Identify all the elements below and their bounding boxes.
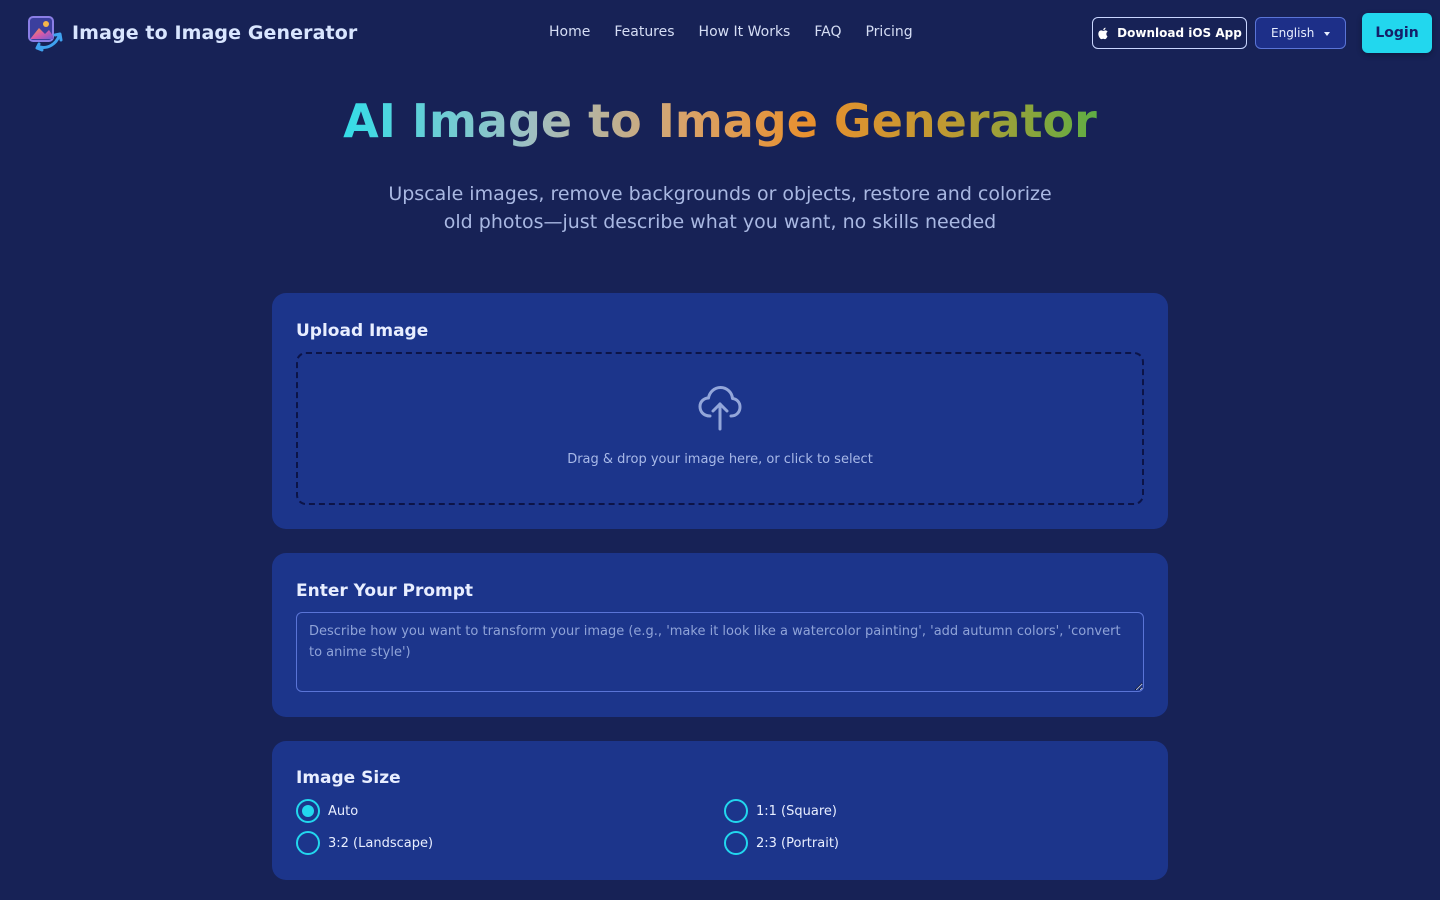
brand-name: Image to Image Generator <box>72 22 358 44</box>
radio-button[interactable] <box>296 831 320 855</box>
size-option-portrait[interactable]: 2:3 (Portrait) <box>724 831 839 855</box>
download-ios-app-label: Download iOS App <box>1117 26 1242 40</box>
main-nav: Home Features How It Works FAQ Pricing <box>549 22 913 42</box>
login-button[interactable]: Login <box>1362 13 1432 53</box>
image-swap-icon <box>28 16 63 52</box>
page: Image to Image Generator Home Features H… <box>0 0 1440 900</box>
language-select[interactable]: English <box>1255 17 1346 49</box>
prompt-title: Enter Your Prompt <box>296 581 474 601</box>
size-option-label: 1:1 (Square) <box>756 803 837 819</box>
nav-how-it-works[interactable]: How It Works <box>699 24 791 40</box>
nav-pricing[interactable]: Pricing <box>865 24 912 40</box>
size-option-label: 3:2 (Landscape) <box>328 835 434 851</box>
image-dropzone[interactable]: Drag & drop your image here, or click to… <box>296 352 1144 505</box>
size-option-square[interactable]: 1:1 (Square) <box>724 799 837 823</box>
brand-link[interactable]: Image to Image Generator <box>26 14 357 52</box>
download-ios-app-button[interactable]: Download iOS App <box>1092 17 1247 49</box>
radio-button[interactable] <box>724 799 748 823</box>
dropzone-instructions: Drag & drop your image here, or click to… <box>567 452 873 467</box>
prompt-textarea[interactable] <box>296 612 1144 692</box>
language-selected-value: English <box>1271 26 1315 40</box>
image-size-title: Image Size <box>296 768 401 788</box>
hero-title: AI Image to Image Generator <box>0 92 1440 150</box>
hero-title-text: AI Image to Image Generator <box>343 94 1097 148</box>
upload-image-title: Upload Image <box>296 321 429 341</box>
apple-icon <box>1098 27 1108 39</box>
size-option-label: Auto <box>328 803 359 819</box>
caret-down-icon <box>1324 32 1331 36</box>
radio-button[interactable] <box>724 831 748 855</box>
size-option-label: 2:3 (Portrait) <box>756 835 839 851</box>
size-option-landscape[interactable]: 3:2 (Landscape) <box>296 831 433 855</box>
prompt-card: Enter Your Prompt <box>272 553 1168 717</box>
nav-features[interactable]: Features <box>614 24 674 40</box>
radio-button-checked[interactable] <box>296 799 320 823</box>
nav-faq[interactable]: FAQ <box>814 24 841 40</box>
upload-image-card: Upload Image Drag & drop your image here… <box>272 293 1168 529</box>
nav-home[interactable]: Home <box>549 24 590 40</box>
top-header: Image to Image Generator Home Features H… <box>0 0 1440 64</box>
image-size-card: Image Size Auto 1:1 (Square) 3:2 (Landsc… <box>272 741 1168 880</box>
size-option-auto[interactable]: Auto <box>296 799 358 823</box>
hero-subtitle: Upscale images, remove backgrounds or ob… <box>388 183 1052 233</box>
cloud-upload-icon <box>698 386 742 431</box>
